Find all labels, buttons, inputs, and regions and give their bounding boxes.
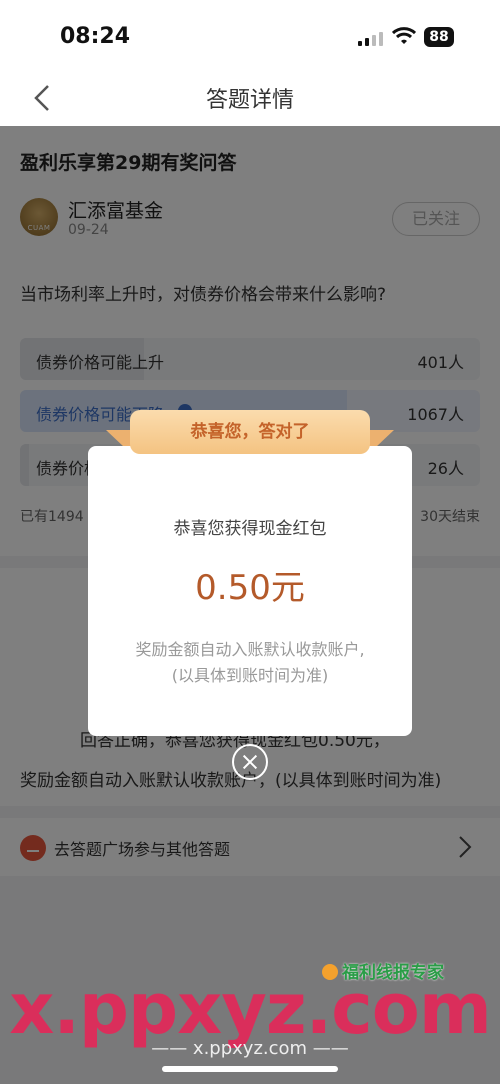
nav-bar: 答题详情 [0,70,500,126]
modal-subtitle: 恭喜您获得现金红包 [173,519,327,539]
reward-amount: 0.50元 [195,568,305,608]
signal-icon [358,30,384,46]
wifi-icon [392,27,416,44]
battery-icon: 88 [424,27,454,47]
home-indicator[interactable] [162,1066,338,1072]
page-title: 答题详情 [205,88,294,113]
status-time: 08:24 [60,24,131,49]
close-icon[interactable] [232,744,268,780]
status-bar: 08:24 88 [0,0,500,70]
modal-note: (以具体到账时间为准) [171,666,329,685]
watermark-subtext: —— x.ppxyz.com —— [151,1038,349,1059]
modal-note: 奖励金额自动入账默认收款账户, [135,640,365,659]
modal-ribbon-title: 恭喜您，答对了 [130,410,370,454]
